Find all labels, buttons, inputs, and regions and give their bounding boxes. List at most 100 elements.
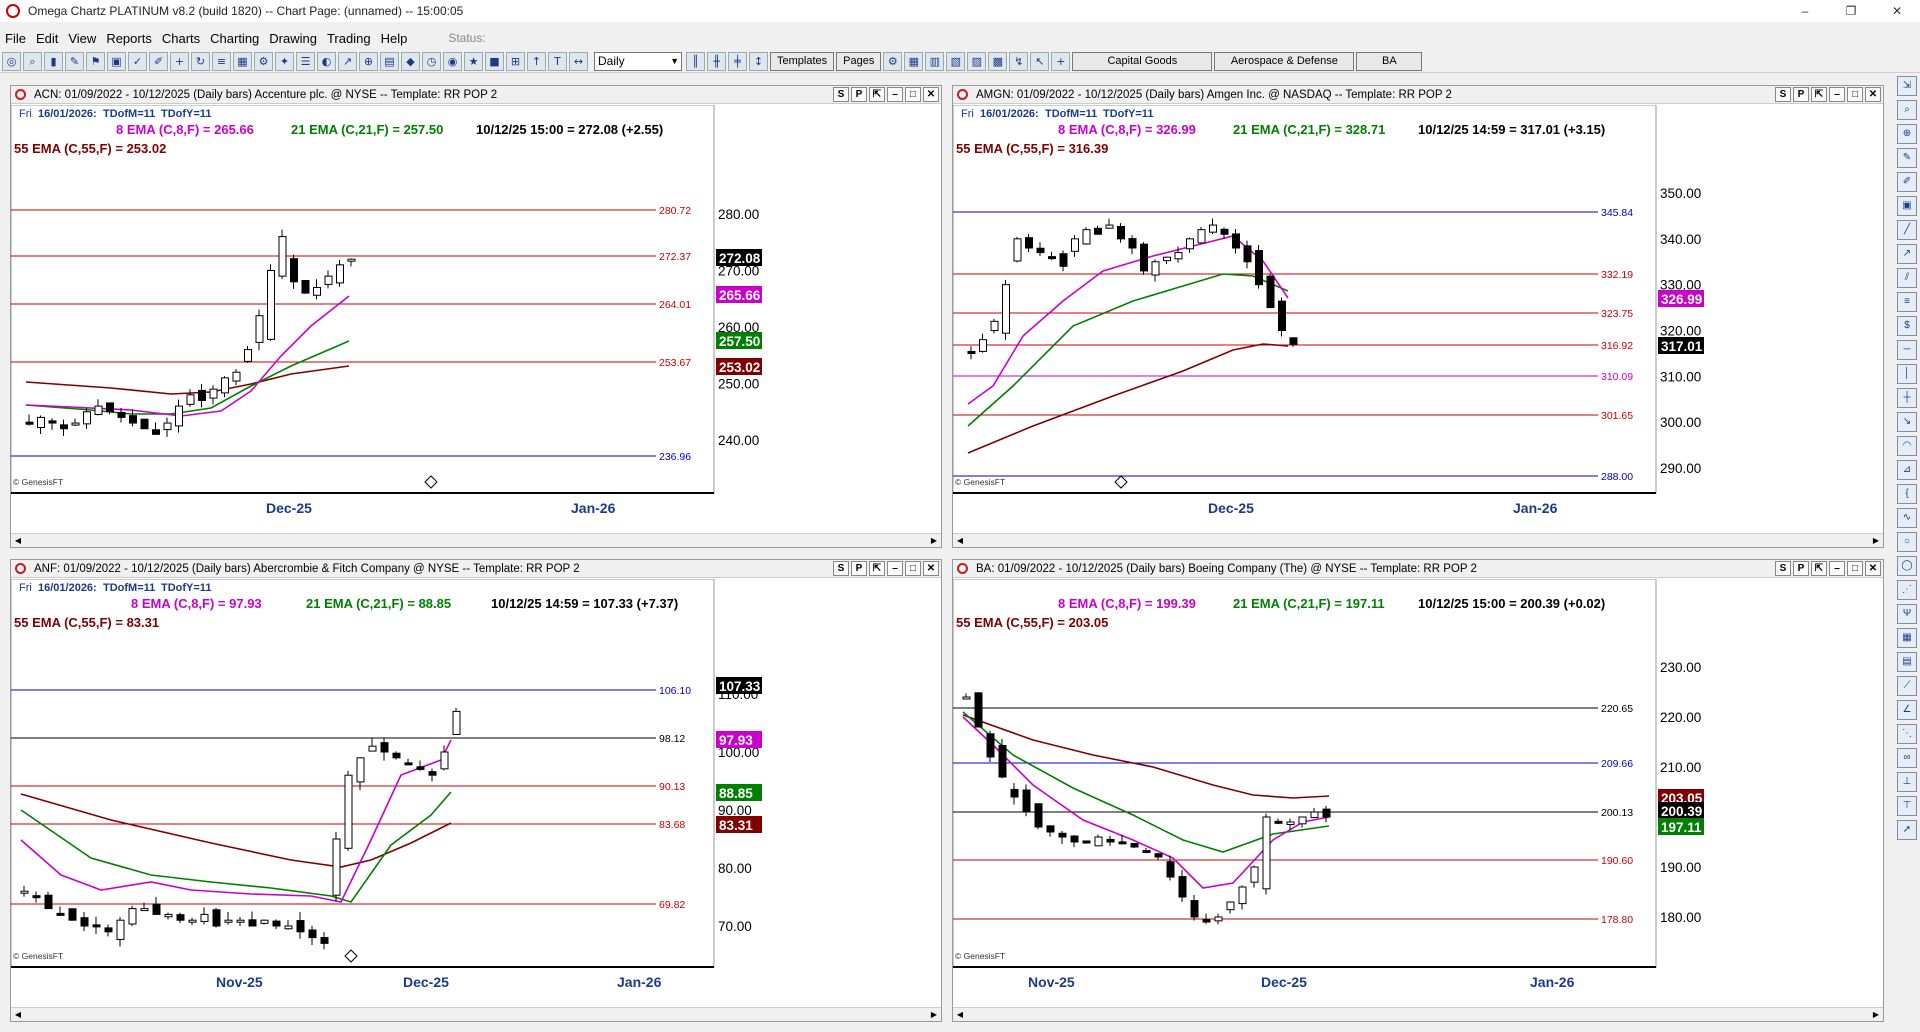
zoom-in-icon[interactable]: ⊕ bbox=[1897, 124, 1917, 144]
dollar-icon[interactable]: $ bbox=[1897, 316, 1917, 336]
magnify-icon[interactable]: ⌕ bbox=[23, 52, 42, 71]
scroll-right-icon[interactable]: ▶ bbox=[1869, 534, 1883, 548]
templates-button[interactable]: Templates bbox=[770, 52, 835, 71]
panel-pin-icon[interactable]: ⇱ bbox=[869, 87, 885, 102]
ruler-icon[interactable]: ⊤ bbox=[1897, 796, 1917, 816]
text-icon[interactable]: T bbox=[548, 52, 567, 71]
angle-icon[interactable]: ∠ bbox=[1897, 700, 1917, 720]
watchlist-aerospace-defense[interactable]: Aerospace & Defense bbox=[1214, 52, 1355, 71]
watchlist-ba[interactable]: BA bbox=[1356, 52, 1423, 71]
circle-icon[interactable]: ○ bbox=[1897, 532, 1917, 552]
trendline-icon[interactable]: ↗ bbox=[1897, 244, 1917, 264]
menu-drawing[interactable]: Drawing bbox=[264, 31, 322, 46]
close-button[interactable]: ✕ bbox=[1874, 0, 1920, 22]
calendar-icon[interactable]: ▤ bbox=[1897, 652, 1917, 672]
chart-type-4-icon[interactable]: ↕ bbox=[749, 52, 768, 71]
menu-charts[interactable]: Charts bbox=[157, 31, 205, 46]
tt-icon[interactable]: ↔ bbox=[569, 52, 588, 71]
layout-3-icon[interactable]: ▧ bbox=[946, 52, 966, 71]
scroll-left-icon[interactable]: ◀ bbox=[953, 1008, 967, 1022]
menu-file[interactable]: File bbox=[0, 31, 31, 46]
gann-icon[interactable]: ⊿ bbox=[1897, 460, 1917, 480]
scroll-right-icon[interactable]: ▶ bbox=[927, 534, 941, 548]
brace-icon[interactable]: { bbox=[1897, 484, 1917, 504]
report-icon[interactable]: ⊞ bbox=[506, 52, 525, 71]
grid-icon[interactable]: ▦ bbox=[1897, 628, 1917, 648]
panel-minimize-button[interactable]: – bbox=[887, 561, 903, 576]
cross-icon[interactable]: ┼ bbox=[1897, 388, 1917, 408]
scroll-right-icon[interactable]: ▶ bbox=[927, 1008, 941, 1022]
watchlist-capital-goods[interactable]: Capital Goods bbox=[1072, 52, 1213, 71]
menu-view[interactable]: View bbox=[63, 31, 101, 46]
folder-icon[interactable]: ▣ bbox=[107, 52, 126, 71]
panel-p-button[interactable]: P bbox=[1793, 561, 1809, 576]
plus-icon[interactable]: + bbox=[170, 52, 189, 71]
arrow-icon[interactable]: ➚ bbox=[1897, 820, 1917, 840]
ellipse-icon[interactable]: ◯ bbox=[1897, 556, 1917, 576]
pitchfork-icon[interactable]: Ψ bbox=[1897, 604, 1917, 624]
panel-s-button[interactable]: S bbox=[833, 87, 849, 102]
horizontal-scrollbar[interactable]: ◀ ▶ bbox=[11, 1007, 941, 1021]
chart-panel-acn[interactable]: ACN: 01/09/2022 - 10/12/2025 (Daily bars… bbox=[10, 85, 942, 548]
flag-icon[interactable]: ⚑ bbox=[86, 52, 105, 71]
settings-icon[interactable]: ⚙ bbox=[254, 52, 273, 71]
speed-icon[interactable]: ⋱ bbox=[1897, 724, 1917, 744]
panel-maximize-button[interactable]: □ bbox=[1847, 87, 1863, 102]
brush-icon[interactable]: ✎ bbox=[1897, 148, 1917, 168]
panel-pin-icon[interactable]: ⇱ bbox=[869, 561, 885, 576]
world-icon[interactable]: ◎ bbox=[2, 52, 21, 71]
lock-icon[interactable]: ◆ bbox=[401, 52, 420, 71]
layout-5-icon[interactable]: ▩ bbox=[988, 52, 1008, 71]
menu-reports[interactable]: Reports bbox=[101, 31, 157, 46]
layout-6-icon[interactable]: ↯ bbox=[1009, 52, 1029, 71]
trend-icon[interactable]: ↗ bbox=[338, 52, 357, 71]
wave-icon[interactable]: ∿ bbox=[1897, 508, 1917, 528]
panel-close-button[interactable]: ✕ bbox=[923, 561, 939, 576]
price-chart[interactable]: Fri 16/01/2026: TDofM=11 TDofY=11 8 EMA (C,8… bbox=[953, 105, 1883, 533]
price-chart[interactable]: Fri 16/01/2026: TDofM=11 TDofY=11 8 EMA (C,8… bbox=[11, 105, 941, 533]
layout-icon[interactable]: ▦ bbox=[904, 52, 924, 71]
line-icon[interactable]: ╱ bbox=[1897, 220, 1917, 240]
menu-trading[interactable]: Trading bbox=[322, 31, 376, 46]
chart-type-2-icon[interactable]: ╫ bbox=[707, 52, 726, 71]
image-icon[interactable]: ▣ bbox=[1897, 196, 1917, 216]
expand-icon[interactable]: ⇲ bbox=[1897, 76, 1917, 96]
target-icon[interactable]: ◉ bbox=[443, 52, 462, 71]
chart-panel-ba[interactable]: BA: 01/09/2022 - 10/12/2025 (Daily bars)… bbox=[952, 559, 1884, 1022]
pencil-icon[interactable]: ✐ bbox=[1897, 172, 1917, 192]
compass-icon[interactable]: ✦ bbox=[275, 52, 294, 71]
panel-minimize-button[interactable]: – bbox=[1829, 87, 1845, 102]
minimize-button[interactable]: – bbox=[1782, 0, 1828, 22]
save-icon[interactable]: ▤ bbox=[380, 52, 399, 71]
horizontal-scrollbar[interactable]: ◀ ▶ bbox=[953, 1007, 1883, 1021]
panel-p-button[interactable]: P bbox=[851, 561, 867, 576]
pen-icon[interactable]: ✐ bbox=[149, 52, 168, 71]
fib-icon[interactable]: ≡ bbox=[1897, 292, 1917, 312]
menu-charting[interactable]: Charting bbox=[205, 31, 264, 46]
list-icon[interactable]: ≡ bbox=[212, 52, 231, 71]
panel-p-button[interactable]: P bbox=[851, 87, 867, 102]
chart-type-3-icon[interactable]: ╪ bbox=[728, 52, 747, 71]
scroll-left-icon[interactable]: ◀ bbox=[11, 1008, 25, 1022]
search-icon[interactable]: ⌕ bbox=[1897, 100, 1917, 120]
menu-edit[interactable]: Edit bbox=[31, 31, 63, 46]
panel-s-button[interactable]: S bbox=[1775, 561, 1791, 576]
panel-close-button[interactable]: ✕ bbox=[1865, 87, 1881, 102]
panel-minimize-button[interactable]: – bbox=[887, 87, 903, 102]
chart-type-icon[interactable]: ║ bbox=[686, 52, 705, 71]
zoom-icon[interactable]: ⊕ bbox=[359, 52, 378, 71]
horizontal-scrollbar[interactable]: ◀ ▶ bbox=[11, 533, 941, 547]
chart-panel-amgn[interactable]: AMGN: 01/09/2022 - 10/12/2025 (Daily bar… bbox=[952, 85, 1884, 548]
restore-button[interactable]: ❐ bbox=[1828, 0, 1874, 22]
clock-icon[interactable]: ◷ bbox=[422, 52, 441, 71]
panel-pin-icon[interactable]: ⇱ bbox=[1811, 87, 1827, 102]
layout-4-icon[interactable]: ▨ bbox=[967, 52, 987, 71]
cycle-icon[interactable]: ↻ bbox=[191, 52, 210, 71]
panel-maximize-button[interactable]: □ bbox=[905, 87, 921, 102]
grid-icon[interactable]: ▦ bbox=[233, 52, 252, 71]
panel-minimize-button[interactable]: – bbox=[1829, 561, 1845, 576]
chart-icon[interactable]: ↑ bbox=[527, 52, 546, 71]
pointer-icon[interactable]: ↖ bbox=[1030, 52, 1050, 71]
price-chart[interactable]: Fri 16/01/2026: TDofM=11 TDofY=11 8 EMA (C,8… bbox=[11, 579, 941, 1007]
brush-icon[interactable]: ✎ bbox=[65, 52, 84, 71]
